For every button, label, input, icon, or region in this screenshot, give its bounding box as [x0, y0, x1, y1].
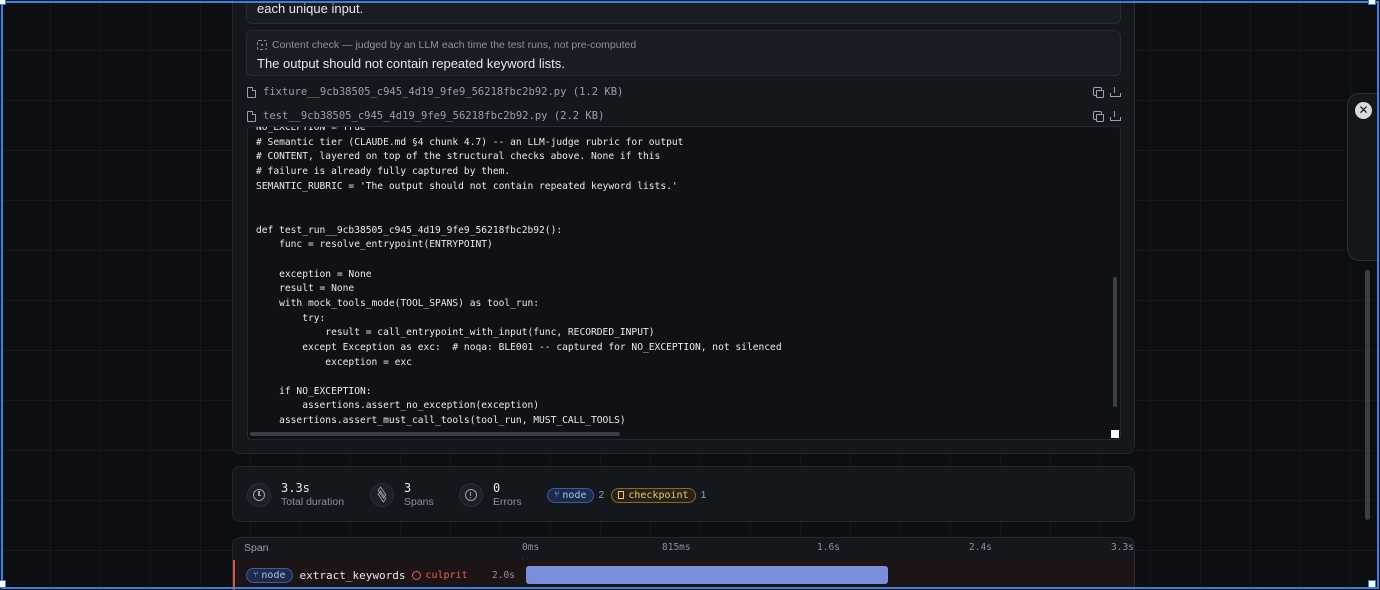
- download-icon[interactable]: [1110, 111, 1121, 121]
- checkpoint-badge-label: checkpoint: [628, 489, 689, 501]
- stat-duration-label: Total duration: [281, 496, 345, 508]
- tick-label: 1.6s: [817, 542, 840, 553]
- description-text: each unique input.: [257, 1, 364, 16]
- node-count: 2: [598, 489, 605, 501]
- copy-icon[interactable]: [1093, 111, 1104, 122]
- span-duration-bar[interactable]: [526, 566, 889, 584]
- timeline-header: Span 0ms 815ms 1.6s 2.4s 3.3s: [233, 538, 1134, 558]
- tick-label: 3.3s: [1111, 542, 1134, 553]
- content-check-meta-text: Content check — judged by an LLM each ti…: [272, 39, 637, 51]
- branch-icon: ⑂: [253, 570, 259, 580]
- stat-spans: 3 Spans: [370, 467, 434, 523]
- tick-label: 0ms: [522, 542, 540, 553]
- resize-handle-top-left[interactable]: [0, 0, 6, 5]
- code-viewer[interactable]: NO_EXCEPTION = True # Semantic tier (CLA…: [247, 126, 1121, 440]
- span-kind-label: node: [261, 569, 286, 581]
- file-name: fixture__9cb38505_c945_4d19_9fe9_56218fb…: [263, 86, 567, 98]
- alert-icon: [459, 483, 483, 507]
- tick-label: 815ms: [662, 542, 691, 553]
- stat-spans-label: Spans: [404, 496, 434, 508]
- tick-label: 2.4s: [969, 542, 992, 553]
- resize-corner[interactable]: [1111, 430, 1119, 438]
- stat-errors-value: 0: [493, 481, 501, 495]
- test-file-row[interactable]: test__9cb38505_c945_4d19_9fe9_56218fbc2b…: [247, 107, 1121, 125]
- culprit-flag: culprit: [412, 569, 468, 581]
- description-card: each unique input.: [246, 0, 1121, 24]
- span-timeline: Span 0ms 815ms 1.6s 2.4s 3.3s ⑂ node ext…: [232, 537, 1135, 590]
- stat-spans-value: 3: [404, 481, 412, 495]
- span-column-label: Span: [244, 542, 269, 554]
- span-row[interactable]: ⑂ node extract_keywords culprit 2.0s: [233, 560, 1134, 590]
- culprit-label: culprit: [425, 569, 468, 581]
- span-name: extract_keywords: [299, 568, 406, 582]
- resize-handle-top-right[interactable]: [1368, 0, 1376, 5]
- layers-icon: [370, 483, 394, 507]
- scan-icon: [257, 40, 267, 50]
- file-size: (1.2 KB): [572, 86, 624, 98]
- content-check-card: Content check — judged by an LLM each ti…: [246, 30, 1121, 76]
- node-badge-label: node: [562, 489, 587, 501]
- stat-errors-label: Errors: [493, 496, 522, 508]
- stat-duration-value: 3.3s: [281, 481, 310, 495]
- close-icon: ✕: [1358, 103, 1369, 117]
- checkpoint-badge[interactable]: checkpoint: [611, 487, 696, 503]
- resize-handle-bottom-left[interactable]: [0, 580, 6, 588]
- target-icon: [412, 570, 422, 580]
- bookmark-icon: [618, 491, 625, 499]
- clock-icon: [247, 483, 271, 507]
- stat-duration: 3.3s Total duration: [247, 467, 344, 523]
- run-stats-bar: 3.3s Total duration 3 Spans 0 Errors ⑂ n…: [232, 466, 1135, 522]
- file-name: test__9cb38505_c945_4d19_9fe9_56218fbc2b…: [263, 110, 548, 122]
- file-size: (2.2 KB): [553, 110, 605, 122]
- download-icon[interactable]: [1110, 87, 1121, 97]
- close-drawer-button[interactable]: ✕: [1355, 102, 1372, 119]
- node-badge[interactable]: ⑂ node: [547, 487, 594, 503]
- code-content: NO_EXCEPTION = True # Semantic tier (CLA…: [256, 126, 782, 427]
- span-duration: 2.0s: [492, 569, 515, 581]
- checkpoint-count: 1: [700, 489, 707, 501]
- vertical-scrollbar[interactable]: [1113, 277, 1117, 407]
- fixture-file-row[interactable]: fixture__9cb38505_c945_4d19_9fe9_56218fb…: [247, 83, 1121, 101]
- horizontal-scrollbar[interactable]: [250, 432, 620, 436]
- content-check-rubric: The output should not contain repeated k…: [257, 56, 565, 71]
- stat-errors: 0 Errors: [459, 467, 522, 523]
- file-icon: [247, 86, 256, 98]
- resize-handle-bottom-right[interactable]: [1368, 580, 1376, 588]
- page-scrollbar[interactable]: [1365, 270, 1370, 520]
- branch-icon: ⑂: [554, 490, 560, 500]
- content-check-meta: Content check — judged by an LLM each ti…: [257, 39, 636, 51]
- file-icon: [247, 110, 256, 122]
- copy-icon[interactable]: [1093, 87, 1104, 98]
- span-kind-badges: ⑂ node 2 checkpoint 1: [547, 467, 713, 523]
- node-badge: ⑂ node: [246, 567, 293, 583]
